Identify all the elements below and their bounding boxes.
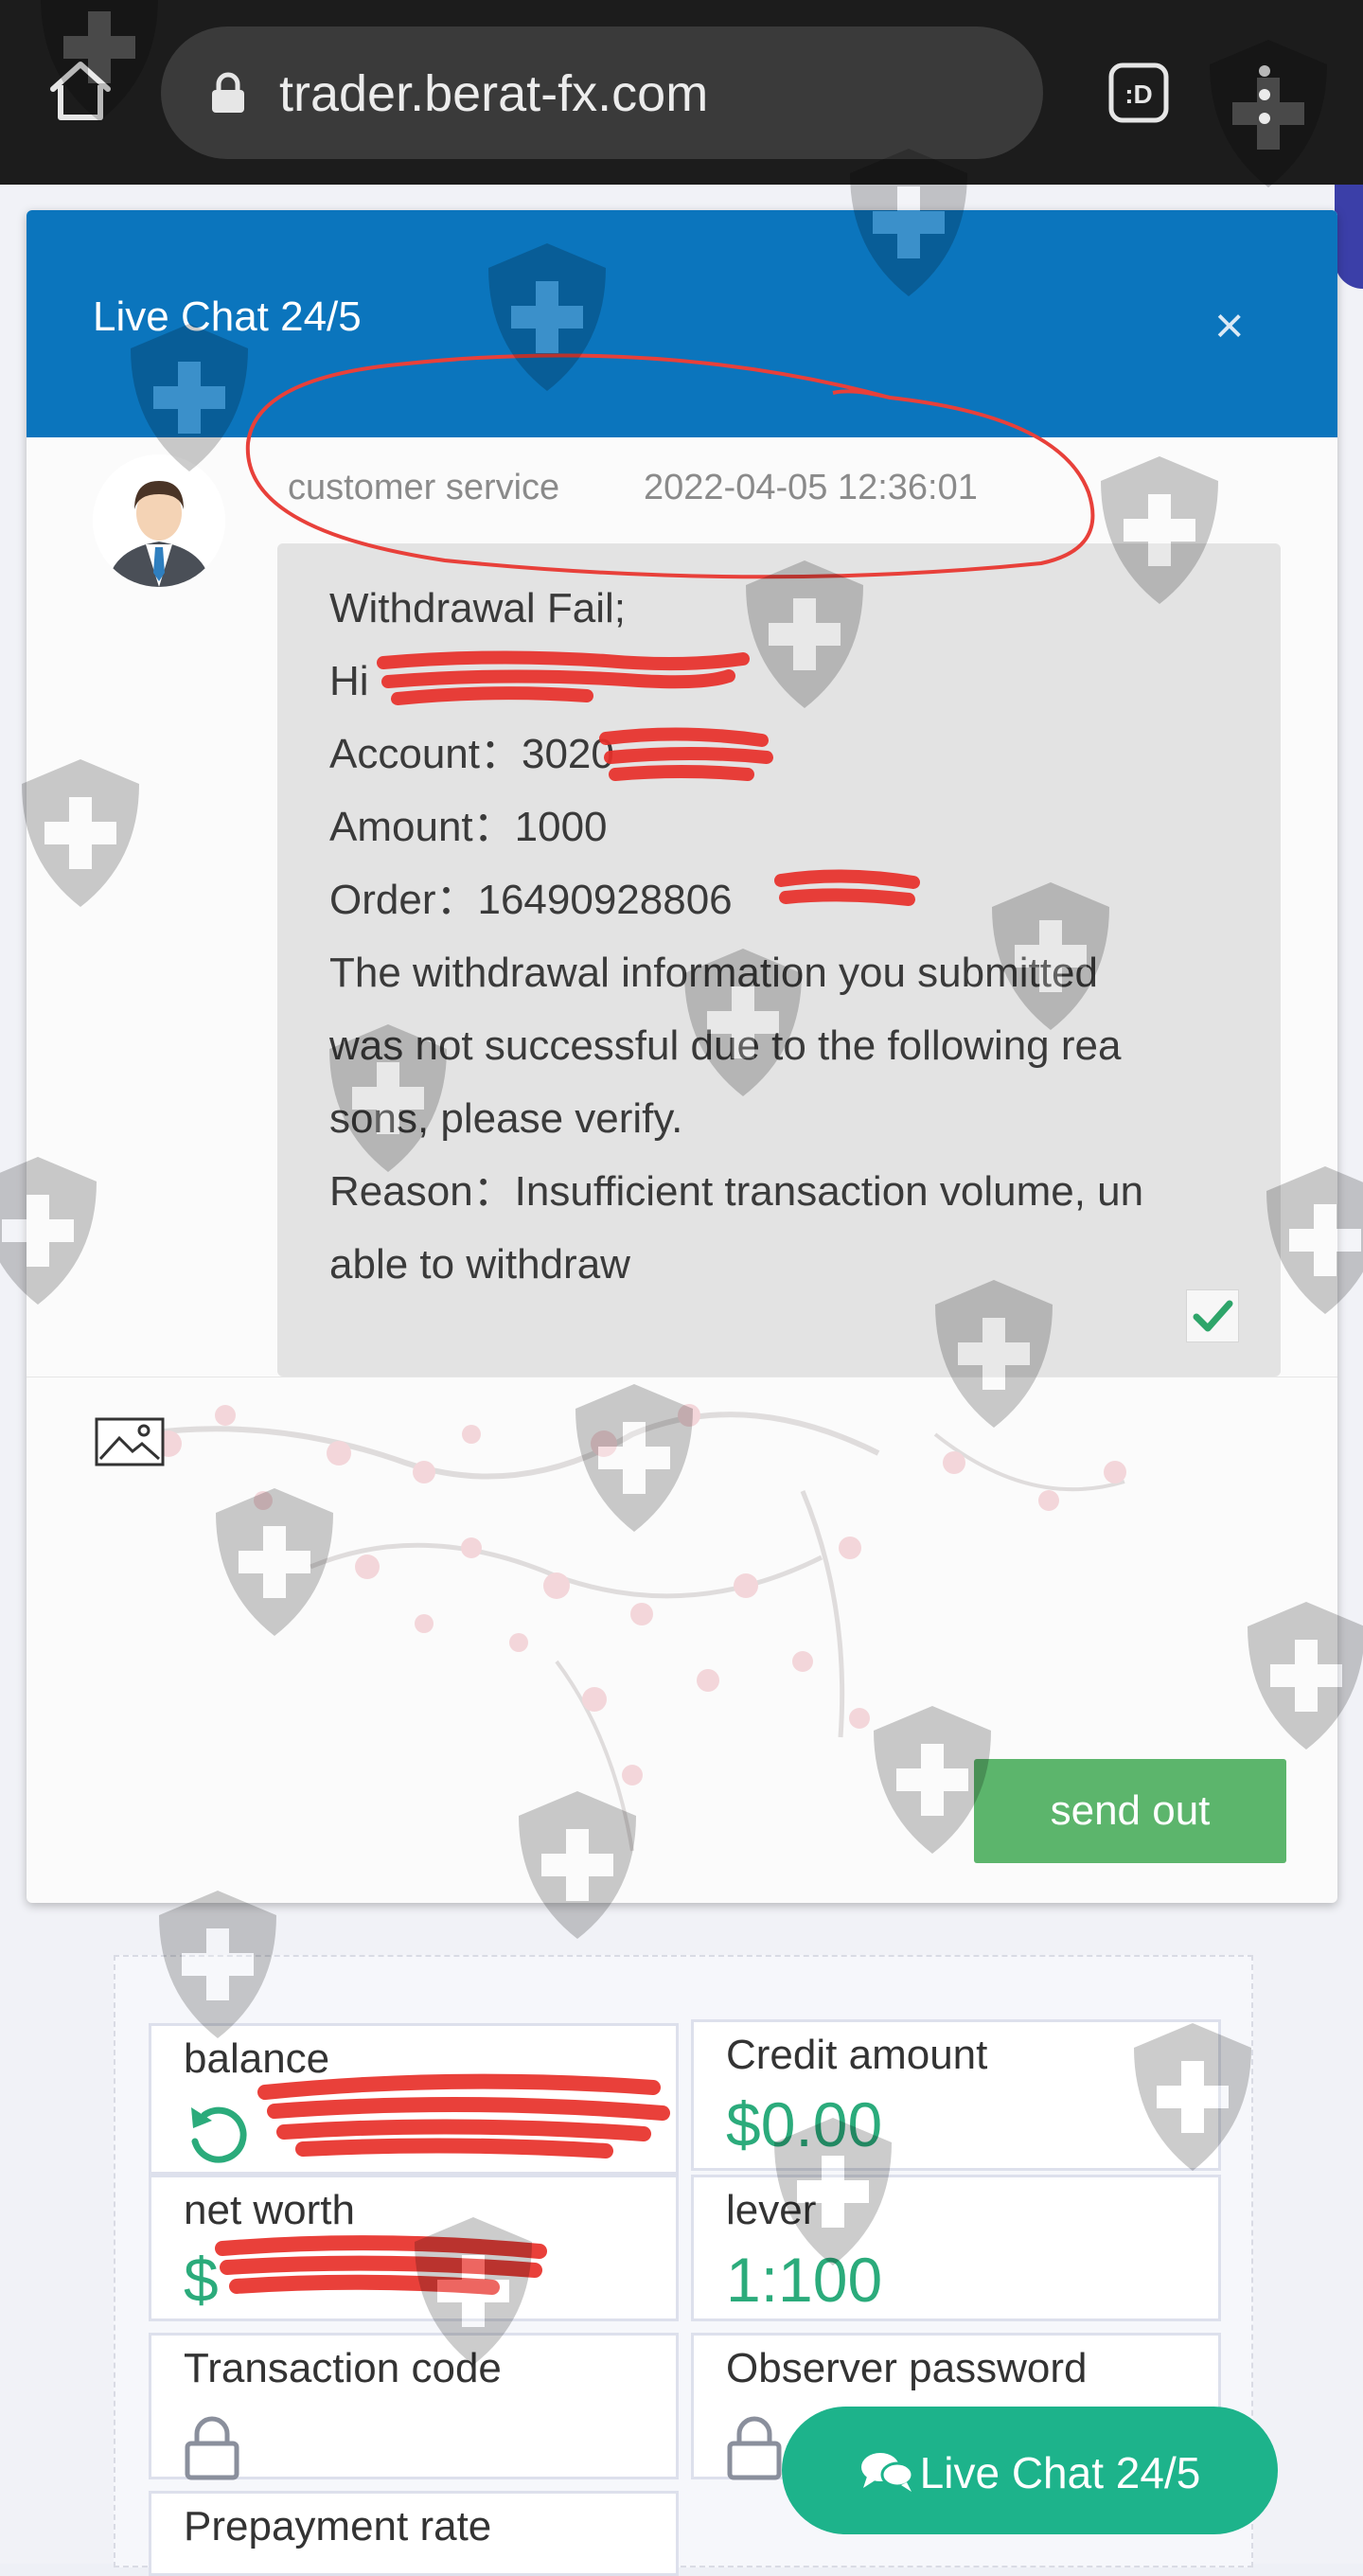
message-sender: customer service: [288, 468, 560, 507]
home-icon[interactable]: [47, 57, 114, 123]
send-button[interactable]: send out: [974, 1759, 1286, 1863]
net-worth-card: net worth $: [149, 2175, 679, 2321]
extension-icon[interactable]: :D: [1107, 62, 1170, 124]
observer-password-label: Observer password: [726, 2345, 1088, 2391]
message-line: The withdrawal information you submitted: [329, 950, 1098, 996]
message-timestamp: 2022-04-05 12:36:01: [644, 468, 978, 507]
message-body: Withdrawal Fail; Hi Account：3020 Amount：…: [329, 572, 1238, 1301]
close-button[interactable]: ×: [1214, 300, 1245, 351]
page-accent-shape: [1335, 185, 1363, 289]
refresh-icon[interactable]: [184, 2100, 250, 2166]
address-bar[interactable]: trader.berat-fx.com: [161, 27, 1043, 159]
message-line: Reason：Insufficient transaction volume, …: [329, 1168, 1144, 1215]
net-worth-value: $: [184, 2245, 219, 2315]
message-line: sons, please verify.: [329, 1095, 683, 1142]
message-line: was not successful due to the following …: [329, 1022, 1122, 1069]
transaction-code-label: Transaction code: [184, 2345, 502, 2391]
lock-icon: [212, 72, 244, 113]
more-vert-icon[interactable]: [1246, 62, 1283, 128]
chat-title: Live Chat 24/5: [93, 293, 362, 340]
live-chat-button[interactable]: Live Chat 24/5: [782, 2407, 1278, 2534]
message-line: Hi: [329, 658, 369, 704]
transaction-code-card: Transaction code: [149, 2333, 679, 2481]
lever-card: lever 1:100: [691, 2175, 1221, 2321]
padlock-icon[interactable]: [726, 2413, 783, 2481]
url-text: trader.berat-fx.com: [279, 65, 709, 122]
credit-card: Credit amount $0.00: [691, 2019, 1221, 2171]
prepayment-label: Prepayment rate: [184, 2503, 492, 2549]
padlock-icon[interactable]: [184, 2413, 240, 2481]
message-line: Account：3020: [329, 731, 614, 777]
message-line: Order：16490928806: [329, 877, 733, 923]
chat-bubbles-icon: [860, 2453, 914, 2493]
live-chat-button-label: Live Chat 24/5: [919, 2447, 1201, 2497]
message-line: Withdrawal Fail;: [329, 585, 626, 631]
browser-toolbar: trader.berat-fx.com :D: [0, 0, 1363, 185]
net-worth-label: net worth: [184, 2187, 355, 2233]
credit-value: $0.00: [726, 2089, 883, 2159]
live-chat-dialog: Live Chat 24/5 × customer service 2022-0…: [27, 210, 1337, 1903]
message-bubble: Withdrawal Fail; Hi Account：3020 Amount：…: [277, 543, 1281, 1377]
image-upload-icon[interactable]: [95, 1417, 165, 1466]
balance-card: balance: [149, 2023, 679, 2175]
lever-label: lever: [726, 2187, 817, 2233]
extension-label: :D: [1124, 80, 1153, 109]
chat-header: Live Chat 24/5 ×: [27, 210, 1337, 437]
message-line: Amount：1000: [329, 804, 608, 850]
agent-avatar: [93, 454, 225, 587]
credit-label: Credit amount: [726, 2032, 988, 2078]
lever-value: 1:100: [726, 2245, 883, 2315]
message-line: able to withdraw: [329, 1241, 630, 1288]
balance-label: balance: [184, 2035, 330, 2082]
read-check-icon: [1186, 1289, 1239, 1342]
